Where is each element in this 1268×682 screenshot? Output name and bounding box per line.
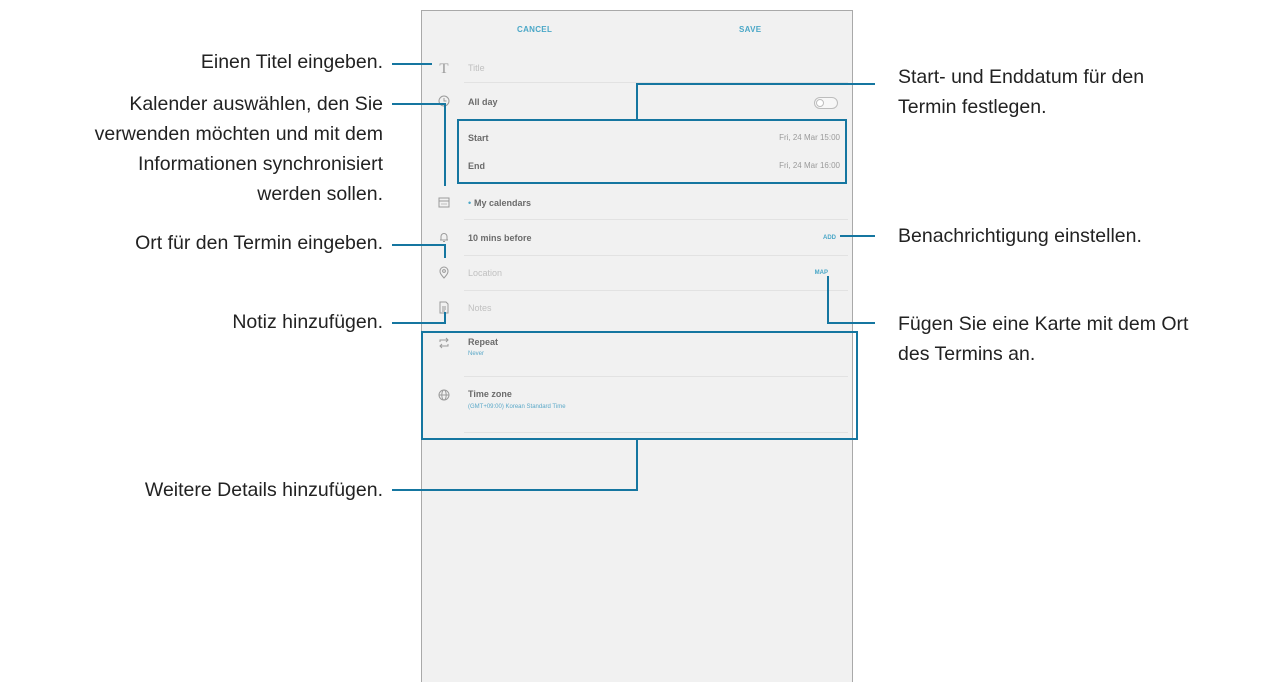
- calendar-icon: [436, 196, 452, 212]
- details-highlight-box: [421, 331, 858, 440]
- action-bar: CANCEL SAVE: [422, 11, 852, 51]
- clock-icon: [436, 95, 452, 111]
- divider: [464, 219, 848, 220]
- annotated-screenshot: CANCEL SAVE T Title All day Start Fri, 2…: [0, 0, 1268, 682]
- callout-date-line1: Start- und Enddatum für den: [898, 66, 1145, 88]
- callout-more-details: Weitere Details hinzufügen.: [144, 479, 383, 501]
- callout-map-line2: des Termins an.: [898, 343, 1036, 365]
- callout-date-line2: Termin festlegen.: [898, 96, 1047, 118]
- reminder-label: 10 mins before: [468, 233, 532, 243]
- add-reminder-button[interactable]: ADD: [823, 235, 836, 241]
- callout-notes: Notiz hinzufügen.: [232, 311, 383, 333]
- cancel-button[interactable]: CANCEL: [517, 25, 552, 34]
- divider: [464, 82, 848, 83]
- map-button[interactable]: MAP: [815, 270, 828, 276]
- callout-alert: Benachrichtigung einstellen.: [898, 225, 1142, 247]
- divider: [464, 255, 848, 256]
- all-day-toggle[interactable]: [814, 97, 838, 109]
- location-input[interactable]: Location: [468, 268, 502, 278]
- calendar-dot-icon: •: [468, 198, 472, 208]
- save-button[interactable]: SAVE: [739, 25, 761, 34]
- calendar-label: My calendars: [474, 198, 532, 208]
- callout-location: Ort für den Termin eingeben.: [135, 232, 383, 254]
- notes-input[interactable]: Notes: [468, 303, 492, 313]
- bell-icon: [436, 231, 452, 247]
- toggle-knob: [816, 99, 824, 107]
- all-day-label: All day: [468, 97, 498, 107]
- callout-calendar-line2: verwenden möchten und mit dem: [94, 123, 383, 145]
- title-input[interactable]: Title: [468, 63, 485, 73]
- divider: [464, 290, 848, 291]
- callout-title: Einen Titel eingeben.: [200, 51, 383, 73]
- location-pin-icon: [436, 266, 452, 282]
- date-highlight-box: [457, 119, 847, 184]
- callout-calendar-line1: Kalender auswählen, den Sie: [129, 93, 383, 115]
- notes-icon: [436, 301, 452, 317]
- callout-calendar-line4: werden sollen.: [257, 183, 383, 205]
- callout-calendar-line3: Informationen synchronisiert: [138, 153, 383, 175]
- callout-map-line1: Fügen Sie eine Karte mit dem Ort: [898, 313, 1189, 335]
- title-icon: T: [439, 61, 449, 77]
